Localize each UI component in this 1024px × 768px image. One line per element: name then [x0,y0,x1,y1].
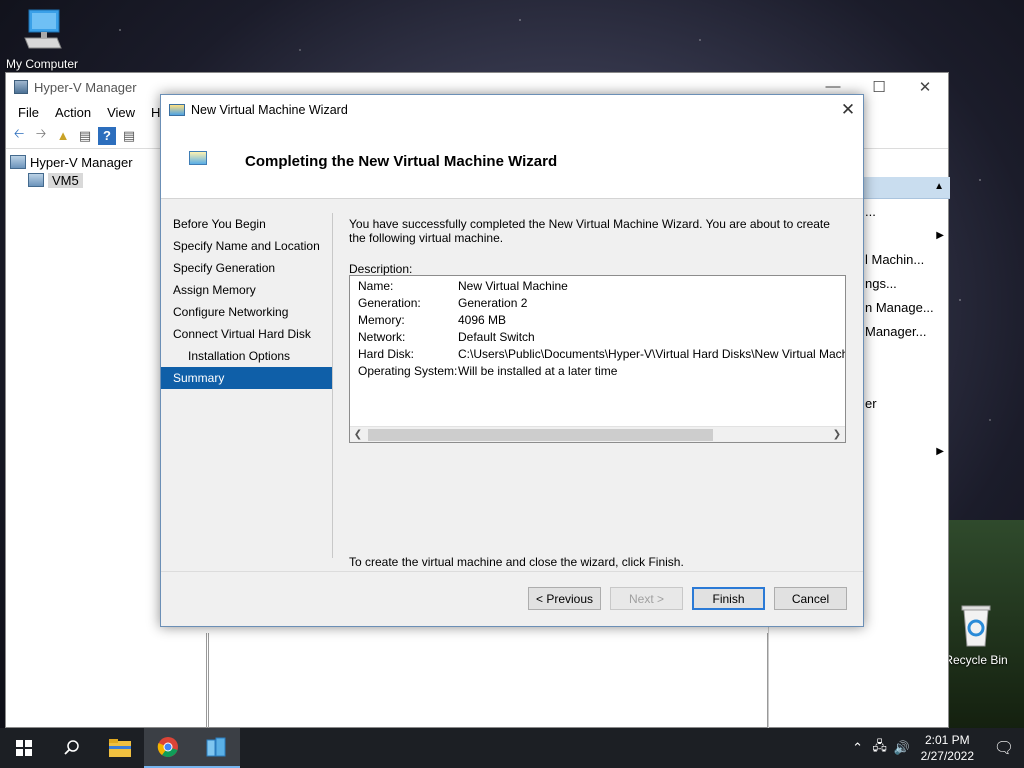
tree-item-vm5[interactable]: VM5 [6,171,161,189]
wizard-titlebar[interactable]: New Virtual Machine Wizard ✕ [161,95,863,125]
search-button[interactable] [48,728,96,768]
finish-instruction: To create the virtual machine and close … [349,555,684,569]
chevron-right-icon: ▶ [936,445,944,457]
description-row: Name: New Virtual Machine [350,277,845,294]
forward-arrow-icon[interactable]: 🡢 [32,126,50,145]
wizard-header: Completing the New Virtual Machine Wizar… [161,125,863,199]
action-pane-icon[interactable]: ▤ [120,127,138,145]
step-summary[interactable]: Summary [161,367,332,389]
wizard-header-icon [189,150,207,165]
description-row: Generation: Generation 2 [350,294,845,311]
scrollbar-track[interactable] [366,427,829,442]
description-key: Operating System: [358,363,458,378]
scroll-right-icon[interactable]: ❯ [829,429,845,440]
step-assign-memory[interactable]: Assign Memory [161,279,332,301]
step-connect-virtual-hard-disk[interactable]: Connect Virtual Hard Disk [161,323,332,345]
network-icon[interactable]: 🖧 [869,737,891,759]
clock-time: 2:01 PM [924,733,970,747]
up-folder-icon[interactable]: ▲ [54,127,72,145]
intro-text: You have successfully completed the New … [349,217,830,245]
description-row: Network: Default Switch [350,328,845,345]
folder-icon [109,739,131,757]
description-box[interactable]: Name: New Virtual Machine Generation: Gene… [349,275,846,443]
menu-action[interactable]: Action [47,105,99,120]
description-value: Will be installed at a later time [458,363,618,378]
previous-button[interactable]: < Previous [528,587,601,610]
taskbar-hyper-v-manager[interactable] [192,728,240,768]
menu-view[interactable]: View [99,105,143,120]
collapse-icon[interactable]: ▲ [934,181,944,192]
clock[interactable]: 2:01 PM 2/27/2022 [921,732,974,764]
desktop-icon-my-computer[interactable]: My Computer [0,8,84,71]
taskbar: ⌃ 🖧 🔊 2:01 PM 2/27/2022 🗨 [0,728,1024,768]
hyper-v-icon [14,80,28,94]
hyper-v-manager-icon [206,737,226,757]
start-button[interactable] [0,728,48,768]
scroll-left-icon[interactable]: ❮ [350,429,366,440]
description-key: Generation: [358,295,421,310]
description-value: New Virtual Machine [458,278,568,293]
step-specify-generation[interactable]: Specify Generation [161,257,332,279]
description-key: Hard Disk: [358,346,415,361]
close-button[interactable]: ✕ [902,78,948,96]
wizard-heading: Completing the New Virtual Machine Wizar… [245,153,558,170]
chevron-right-icon: ▶ [936,229,944,241]
steps-divider [332,213,333,558]
tree-item-label: VM5 [48,172,83,188]
scrollbar-thumb[interactable] [368,429,713,441]
taskbar-chrome[interactable] [144,728,192,768]
wizard-steps: Before You Begin Specify Name and Locati… [161,213,332,389]
menu-file[interactable]: File [10,105,47,120]
hyper-v-icon [10,155,26,169]
server-icon [28,173,44,187]
back-arrow-icon[interactable]: 🡠 [10,126,28,145]
chevron-up-icon[interactable]: ⌃ [847,740,869,756]
help-icon[interactable]: ? [98,126,116,145]
navigation-tree: Hyper-V Manager VM5 [6,153,161,189]
center-pane [206,633,768,729]
description-label: Description: [349,262,413,276]
description-row: Memory: 4096 MB [350,311,845,328]
description-key: Memory: [358,312,405,327]
wizard-title: New Virtual Machine Wizard [191,103,348,117]
description-key: Network: [358,329,406,344]
taskbar-file-explorer[interactable] [96,728,144,768]
description-value: Default Switch [458,329,535,344]
description-row: Hard Disk: C:\Users\Public\Documents\Hype… [350,345,845,362]
wizard-icon [169,104,185,116]
search-icon [64,740,79,755]
show-hide-pane-icon[interactable]: ▤ [76,127,94,145]
tree-item-label: Hyper-V Manager [30,154,133,170]
step-specify-name-location[interactable]: Specify Name and Location [161,235,332,257]
step-configure-networking[interactable]: Configure Networking [161,301,332,323]
volume-icon[interactable]: 🔊 [891,740,913,756]
chrome-icon [157,737,178,757]
step-installation-options[interactable]: Installation Options [161,345,332,367]
description-row: Operating System: Will be installed at a … [350,362,845,379]
notification-icon[interactable]: 🗨 [984,738,1024,758]
system-tray: ⌃ 🖧 🔊 2:01 PM 2/27/2022 🗨 [847,728,1024,768]
close-icon[interactable]: ✕ [833,100,863,120]
tree-item-hyper-v-manager[interactable]: Hyper-V Manager [6,153,161,171]
clock-date: 2/27/2022 [920,749,974,763]
wizard-content: You have successfully completed the New … [349,217,849,569]
description-value: C:\Users\Public\Documents\Hyper-V\Virtua… [458,346,845,361]
cancel-button[interactable]: Cancel [774,587,847,610]
description-value: 4096 MB [458,312,507,327]
footer-divider [161,571,863,572]
next-button[interactable]: Next > [610,587,683,610]
step-before-you-begin[interactable]: Before You Begin [161,213,332,235]
manager-title: Hyper-V Manager [34,79,137,95]
recycle-bin-icon [961,605,991,647]
description-value: Generation 2 [458,295,528,310]
computer-icon [24,9,62,49]
new-vm-wizard-dialog: New Virtual Machine Wizard ✕ Completing … [160,94,864,627]
desktop-icon-label: My Computer [5,57,79,71]
horizontal-scrollbar[interactable]: ❮ ❯ [350,426,845,442]
description-key: Name: [358,278,394,293]
finish-button[interactable]: Finish [692,587,765,610]
windows-logo-icon [16,740,32,756]
